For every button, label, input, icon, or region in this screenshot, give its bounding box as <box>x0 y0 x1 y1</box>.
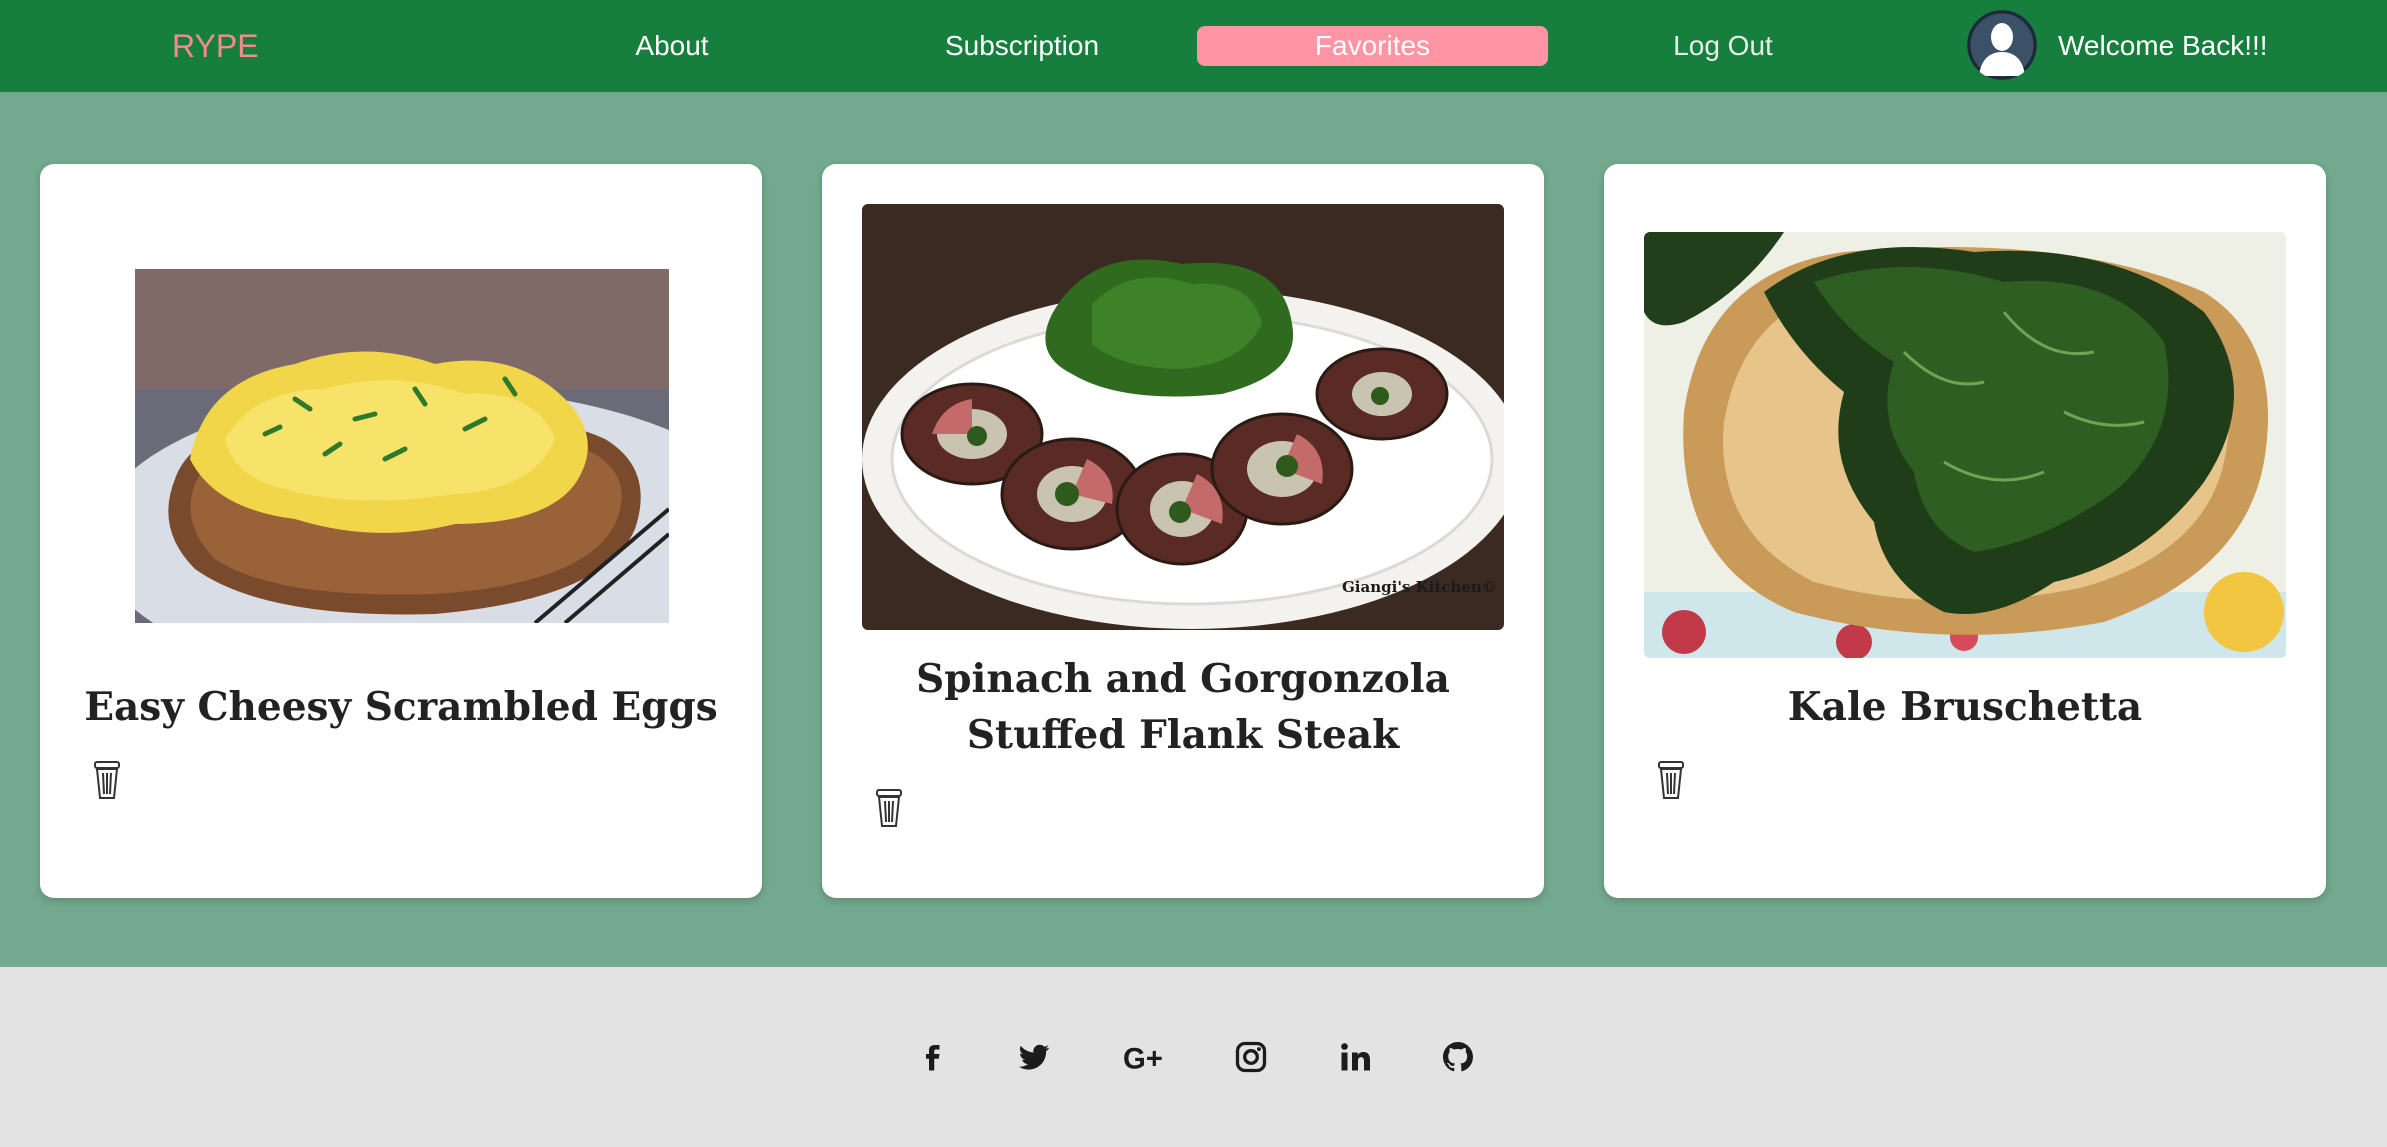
favorite-card: Giangi's Kitchen© Spinach and Gorgonzola… <box>822 164 1544 898</box>
user-avatar[interactable] <box>1967 10 2037 80</box>
delete-favorite-button[interactable] <box>1656 759 1686 801</box>
linkedin-icon[interactable] <box>1334 1036 1376 1078</box>
nav-favorites-link[interactable]: Favorites <box>1197 26 1548 66</box>
trash-icon <box>876 789 902 827</box>
instagram-icon[interactable] <box>1230 1036 1272 1078</box>
facebook-icon[interactable] <box>911 1036 953 1078</box>
google-plus-icon[interactable]: G+ <box>1121 1036 1169 1078</box>
nav-about-link[interactable]: About <box>600 26 744 66</box>
delete-favorite-button[interactable] <box>874 787 904 829</box>
welcome-message: Welcome Back!!! <box>2058 30 2268 61</box>
favorite-card: Easy Cheesy Scrambled Eggs <box>40 164 762 898</box>
top-navbar: RYPE About Subscription Favorites Log Ou… <box>0 0 2387 92</box>
recipe-photo <box>135 269 669 623</box>
recipe-title[interactable]: Kale Bruschetta <box>1644 679 2286 735</box>
trash-icon <box>94 761 120 799</box>
recipe-photo <box>862 204 1504 630</box>
nav-logout-link[interactable]: Log Out <box>1650 26 1796 66</box>
footer <box>0 967 2387 1147</box>
delete-favorite-button[interactable] <box>92 759 122 801</box>
user-silhouette-icon <box>1967 10 2037 80</box>
github-icon[interactable] <box>1437 1036 1479 1078</box>
svg-text:G+: G+ <box>1123 1043 1163 1075</box>
recipe-photo <box>1644 232 2286 658</box>
nav-subscription-link[interactable]: Subscription <box>910 26 1134 66</box>
recipe-title[interactable]: Spinach and Gorgonzola Stuffed Flank Ste… <box>862 651 1504 763</box>
brand-logo[interactable]: RYPE <box>172 24 259 68</box>
trash-icon <box>1658 761 1684 799</box>
twitter-icon[interactable] <box>1013 1036 1055 1078</box>
recipe-title[interactable]: Easy Cheesy Scrambled Eggs <box>80 679 722 735</box>
favorite-card: Kale Bruschetta <box>1604 164 2326 898</box>
photo-watermark: Giangi's Kitchen© <box>1342 578 1497 596</box>
